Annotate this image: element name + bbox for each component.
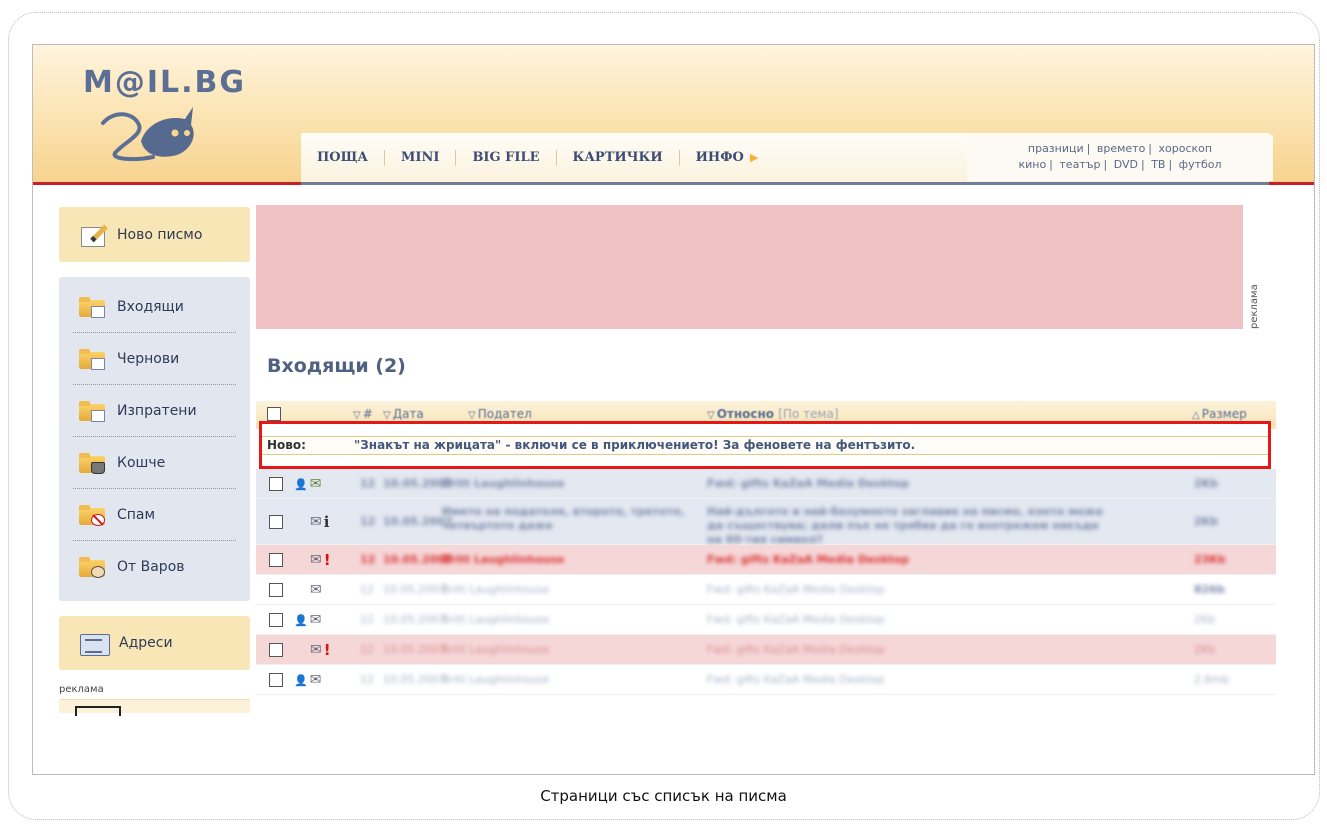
address-book-icon bbox=[79, 631, 110, 656]
sort-from[interactable]: ▽ Подател bbox=[468, 407, 532, 421]
priority-icon: ! bbox=[323, 551, 331, 569]
spam-folder-icon bbox=[77, 503, 107, 527]
select-all-checkbox[interactable] bbox=[267, 407, 281, 421]
menu-item-mail[interactable]: ПОЩА bbox=[301, 149, 385, 166]
table-row[interactable]: ✉ 12 10.05.2007 Britt Laughlinhouse Fwd:… bbox=[256, 575, 1276, 605]
row-checkbox[interactable] bbox=[269, 515, 283, 529]
sidebar-item-sent[interactable]: Изпратени bbox=[73, 385, 236, 437]
menu-item-big-file[interactable]: BIG FILE bbox=[456, 149, 557, 166]
sort-down-icon: ▽ bbox=[353, 410, 361, 421]
addresses-button[interactable]: Адреси bbox=[59, 616, 250, 670]
envelope-icon: ✉ bbox=[310, 552, 322, 568]
sidebar-item-inbox[interactable]: Входящи bbox=[73, 281, 236, 333]
menu-item-mini[interactable]: MINI bbox=[385, 149, 457, 166]
sidebar-ad[interactable] bbox=[59, 699, 250, 716]
envelope-icon: ✉ bbox=[310, 514, 322, 530]
quick-links: празници | времето | хороскоп кино | театър… bbox=[967, 135, 1273, 181]
sidebar-ad-label: реклама bbox=[59, 684, 104, 695]
priority-icon: ! bbox=[323, 641, 331, 659]
sort-num[interactable]: ▽ # bbox=[353, 407, 373, 421]
ad-banner-label: реклама bbox=[1249, 284, 1260, 329]
row-checkbox[interactable] bbox=[269, 553, 283, 567]
sort-down-icon: ▽ bbox=[383, 410, 391, 421]
sent-folder-icon bbox=[77, 399, 107, 423]
cat-logo-icon bbox=[101, 107, 194, 162]
table-row[interactable]: ✉ i 12 10.05.2007 Името на подателя, втор… bbox=[256, 499, 1276, 546]
quick-links-row-2: кино | театър | DVD | ТВ | футбол bbox=[1018, 158, 1222, 171]
person-icon: 👤 bbox=[294, 673, 308, 687]
compose-icon bbox=[79, 223, 109, 247]
new-message-button[interactable]: Ново писмо bbox=[59, 207, 250, 262]
trash-folder-icon bbox=[77, 451, 107, 475]
person-icon: 👤 bbox=[294, 477, 308, 491]
sort-down-icon: ▽ bbox=[468, 410, 476, 421]
mail-screen: M@IL.BG ПОЩА MINI BIG FILE КАРТИЧКИ ИНФО… bbox=[32, 44, 1315, 775]
quick-links-row-1: празници | времето | хороскоп bbox=[1027, 142, 1213, 155]
person-icon: 👤 bbox=[294, 613, 308, 627]
arrow-right-icon: ▶ bbox=[749, 150, 759, 164]
link-cinema[interactable]: кино bbox=[1018, 158, 1046, 171]
menu-item-cards[interactable]: КАРТИЧКИ bbox=[557, 149, 680, 166]
link-theatre[interactable]: театър bbox=[1059, 158, 1100, 171]
folder-list: Входящи Чернови Изпратени Кошче Спам От … bbox=[59, 277, 250, 601]
promo-label: Ново: bbox=[267, 438, 306, 452]
promo-link[interactable]: "Знакът на жрицата" - включи се в приклю… bbox=[354, 436, 915, 455]
sort-subject[interactable]: ▽ Относно [По тема] bbox=[707, 407, 839, 421]
row-checkbox[interactable] bbox=[269, 583, 283, 597]
promo-row-highlight: Ново: "Знакът на жрицата" - включи се в … bbox=[259, 421, 1271, 469]
sort-down-icon: ▽ bbox=[707, 410, 715, 421]
table-row[interactable]: 👤 ✉ 12 10.05.2007 Britt Laughlinhouse Fwd… bbox=[256, 469, 1276, 499]
inbox-folder-icon bbox=[77, 295, 107, 319]
logo[interactable]: M@IL.BG bbox=[83, 65, 246, 100]
row-checkbox[interactable] bbox=[269, 673, 283, 687]
link-tv[interactable]: ТВ bbox=[1151, 158, 1165, 171]
link-holidays[interactable]: празници bbox=[1028, 142, 1084, 155]
envelope-open-icon: ✉ bbox=[309, 672, 322, 688]
envelope-open-icon: ✉ bbox=[310, 582, 322, 598]
sidebar-item-spam[interactable]: Спам bbox=[73, 489, 236, 541]
envelope-open-icon: ✉ bbox=[310, 642, 322, 658]
ad-banner[interactable] bbox=[256, 205, 1243, 329]
sidebar: Ново писмо Входящи Чернови Изпратени Кош… bbox=[59, 207, 250, 716]
table-row[interactable]: 👤 ✉ 12 10.05.2007 Britt Laughlinhouse Fwd… bbox=[256, 665, 1276, 695]
sidebar-item-trash[interactable]: Кошче bbox=[73, 437, 236, 489]
link-weather[interactable]: времето bbox=[1097, 142, 1145, 155]
link-dvd[interactable]: DVD bbox=[1114, 158, 1138, 171]
message-list: 👤 ✉ 12 10.05.2007 Britt Laughlinhouse Fwd… bbox=[256, 469, 1276, 695]
header: M@IL.BG ПОЩА MINI BIG FILE КАРТИЧКИ ИНФО… bbox=[33, 45, 1314, 185]
sort-up-icon: △ bbox=[1192, 410, 1200, 421]
drafts-folder-icon bbox=[77, 347, 107, 371]
sidebar-item-drafts[interactable]: Чернови bbox=[73, 333, 236, 385]
envelope-forward-icon: ✉ bbox=[309, 476, 322, 492]
table-row[interactable]: ✉! 12 10.05.2007 Britt Laughlinhouse Fwd… bbox=[256, 635, 1276, 665]
row-checkbox[interactable] bbox=[269, 613, 283, 627]
envelope-open-icon: ✉ bbox=[309, 612, 322, 628]
sort-date[interactable]: ▽ Дата bbox=[383, 407, 424, 421]
menu-item-info[interactable]: ИНФО ▶ bbox=[680, 150, 775, 166]
row-checkbox[interactable] bbox=[269, 643, 283, 657]
page-title: Входящи (2) bbox=[267, 355, 406, 377]
table-row[interactable]: ✉! 12 10.05.2007 Britt Laughlinhouse Fwd… bbox=[256, 545, 1276, 575]
link-horoscope[interactable]: хороскоп bbox=[1159, 142, 1213, 155]
sidebar-item-custom[interactable]: От Варов bbox=[73, 541, 236, 593]
custom-folder-icon bbox=[77, 555, 107, 579]
row-checkbox[interactable] bbox=[269, 477, 283, 491]
info-icon: i bbox=[323, 513, 330, 531]
link-football[interactable]: футбол bbox=[1179, 158, 1222, 171]
sort-size[interactable]: △ Размер bbox=[1192, 407, 1247, 421]
by-thread-link[interactable]: По тема bbox=[783, 407, 834, 421]
figure-caption: Страници със списък на писма bbox=[540, 787, 787, 805]
table-row[interactable]: 👤 ✉ 12 10.05.2007 Britt Laughlinhouse Fwd… bbox=[256, 605, 1276, 635]
